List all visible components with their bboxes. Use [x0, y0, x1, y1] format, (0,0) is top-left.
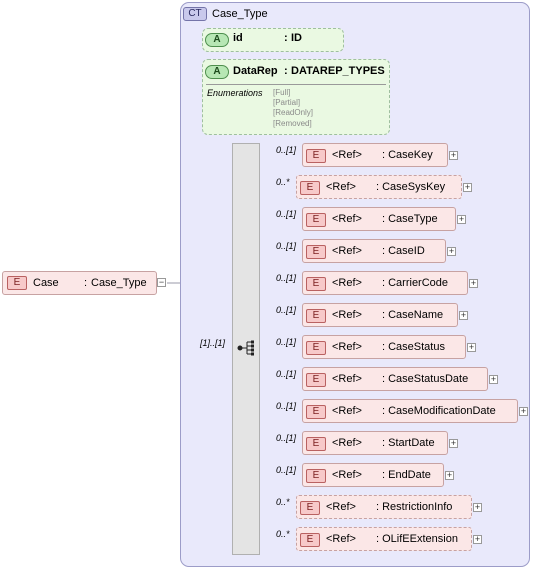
element-ref-label: <Ref>	[326, 501, 356, 513]
collapse-button[interactable]: −	[157, 278, 166, 287]
element-ref-label: <Ref>	[332, 149, 362, 161]
enumeration-value: [Full]	[273, 88, 291, 97]
enumeration-value: [Removed]	[273, 119, 312, 128]
element-ref-label: <Ref>	[332, 245, 362, 257]
element-cardinality: 0..[1]	[276, 401, 297, 411]
attribute-datarep-name: DataRep	[233, 65, 278, 77]
enumeration-value: [ReadOnly]	[273, 108, 314, 117]
element-ref-label: <Ref>	[332, 213, 362, 225]
sequence-cardinality: [1]..[1]	[200, 338, 226, 348]
element-cardinality: 0..[1]	[276, 433, 297, 443]
element-badge: E	[306, 405, 326, 419]
attribute-badge: A	[205, 65, 229, 79]
attribute-divider	[206, 84, 386, 85]
element-badge: E	[306, 469, 326, 483]
expand-button[interactable]: +	[463, 183, 472, 192]
complex-type-badge: CT	[183, 7, 207, 21]
element-ref-name: : CaseKey	[382, 149, 433, 161]
expand-button[interactable]: +	[467, 343, 476, 352]
expand-button[interactable]: +	[469, 279, 478, 288]
element-ref-label: <Ref>	[332, 373, 362, 385]
attribute-id-type: ID	[291, 32, 302, 44]
element-cardinality: 0..[1]	[276, 241, 297, 251]
element-cardinality: 0..*	[276, 497, 290, 507]
element-ref-name: : CaseStatusDate	[382, 373, 469, 385]
enumeration-value: [Partial]	[273, 98, 301, 107]
expand-button[interactable]: +	[449, 439, 458, 448]
expand-button[interactable]: +	[489, 375, 498, 384]
attribute-datarep-sep: :	[284, 65, 288, 77]
element-ref-name: : CarrierCode	[382, 277, 449, 289]
element-badge: E	[300, 501, 320, 515]
element-ref-label: <Ref>	[326, 533, 356, 545]
element-cardinality: 0..[1]	[276, 305, 297, 315]
element-cardinality: 0..*	[276, 177, 290, 187]
complex-type-name: Case_Type	[212, 8, 268, 20]
expand-button[interactable]: +	[473, 535, 482, 544]
element-cardinality: 0..[1]	[276, 145, 297, 155]
element-badge: E	[306, 277, 326, 291]
element-badge: E	[306, 341, 326, 355]
element-cardinality: 0..[1]	[276, 209, 297, 219]
element-ref-name: : CaseStatus	[382, 341, 445, 353]
element-ref-name: : RestrictionInfo	[376, 501, 453, 513]
element-ref-label: <Ref>	[332, 277, 362, 289]
element-badge: E	[306, 373, 326, 387]
element-ref-name: : CaseType	[382, 213, 438, 225]
element-ref-name: : CaseName	[382, 309, 444, 321]
root-element-type: Case_Type	[91, 277, 147, 289]
element-ref-label: <Ref>	[332, 341, 362, 353]
element-badge: E	[306, 245, 326, 259]
element-badge: E	[306, 213, 326, 227]
expand-button[interactable]: +	[449, 151, 458, 160]
element-ref-label: <Ref>	[332, 309, 362, 321]
expand-button[interactable]: +	[473, 503, 482, 512]
element-cardinality: 0..[1]	[276, 337, 297, 347]
element-badge: E	[7, 276, 27, 290]
element-ref-label: <Ref>	[326, 181, 356, 193]
attribute-id-name: id	[233, 32, 243, 44]
element-cardinality: 0..[1]	[276, 273, 297, 283]
attribute-id-sep: :	[284, 32, 288, 44]
element-ref-label: <Ref>	[332, 469, 362, 481]
element-badge: E	[306, 309, 326, 323]
element-ref-name: : StartDate	[382, 437, 435, 449]
element-ref-name: : EndDate	[382, 469, 431, 481]
enumerations-label: Enumerations	[207, 88, 263, 98]
expand-button[interactable]: +	[519, 407, 528, 416]
attribute-badge: A	[205, 33, 229, 47]
element-badge: E	[300, 181, 320, 195]
element-ref-label: <Ref>	[332, 437, 362, 449]
expand-button[interactable]: +	[447, 247, 456, 256]
element-ref-label: <Ref>	[332, 405, 362, 417]
element-cardinality: 0..*	[276, 529, 290, 539]
element-ref-name: : CaseModificationDate	[382, 405, 496, 417]
root-element-name: Case	[33, 277, 59, 289]
expand-button[interactable]: +	[459, 311, 468, 320]
element-ref-name: : CaseID	[382, 245, 425, 257]
sequence-icon	[237, 340, 254, 356]
element-badge: E	[306, 149, 326, 163]
expand-button[interactable]: +	[457, 215, 466, 224]
root-element-type-sep: :	[84, 277, 88, 289]
attribute-datarep-type: DATAREP_TYPES	[291, 65, 385, 77]
element-badge: E	[300, 533, 320, 547]
element-cardinality: 0..[1]	[276, 465, 297, 475]
element-ref-name: : OLifEExtension	[376, 533, 458, 545]
expand-button[interactable]: +	[445, 471, 454, 480]
element-ref-name: : CaseSysKey	[376, 181, 446, 193]
element-badge: E	[306, 437, 326, 451]
element-cardinality: 0..[1]	[276, 369, 297, 379]
